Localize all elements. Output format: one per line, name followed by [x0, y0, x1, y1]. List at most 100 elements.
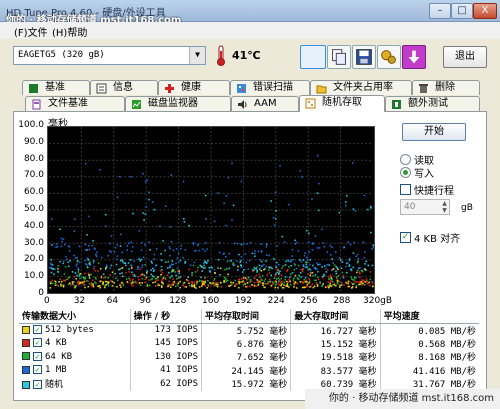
scatter-point — [359, 267, 361, 269]
scatter-point — [116, 285, 118, 288]
scatter-point — [311, 249, 314, 251]
tab-health[interactable]: 健康 — [158, 80, 230, 95]
scatter-point — [114, 246, 117, 249]
scatter-point — [76, 256, 79, 259]
scatter-point — [167, 267, 169, 269]
scatter-point — [169, 264, 171, 267]
scatter-point — [161, 272, 164, 274]
scatter-point — [214, 282, 216, 284]
scatter-point — [172, 278, 174, 280]
scatter-point — [120, 286, 122, 288]
minimize-button[interactable]: – — [429, 3, 451, 19]
scatter-point — [226, 260, 229, 263]
tab-aam[interactable]: AAM — [231, 96, 299, 111]
copy-icon[interactable] — [327, 45, 351, 69]
scatter-point — [353, 279, 355, 282]
size-cell: 4 KB — [45, 338, 67, 349]
scatter-point — [179, 280, 181, 283]
scatter-point — [281, 267, 283, 269]
scatter-point — [137, 276, 140, 278]
maximize-button[interactable]: □ — [451, 3, 473, 19]
scatter-point — [144, 244, 146, 246]
scatter-point — [292, 258, 294, 261]
scatter-point — [187, 276, 189, 278]
scatter-point — [183, 286, 186, 288]
exit-button[interactable]: 退出 — [443, 46, 487, 68]
scatter-point — [246, 243, 248, 245]
scatter-point — [129, 278, 131, 280]
scatter-point — [110, 235, 113, 237]
tab-disk-monitor[interactable]: 磁盘监视器 — [125, 96, 231, 111]
scatter-point — [299, 259, 301, 261]
avg-cell: 5.752 毫秒 — [200, 323, 291, 337]
options-gear-icon[interactable] — [377, 45, 401, 69]
scatter-point — [256, 271, 258, 273]
scatter-point — [174, 271, 177, 273]
scatter-point — [206, 248, 208, 251]
scatter-point — [345, 281, 347, 284]
scatter-point — [218, 251, 221, 254]
scatter-point — [342, 246, 345, 249]
tab-info[interactable]: 信息 — [90, 80, 158, 95]
drive-select[interactable]: EAGETG5 (320 gB) ▼ — [13, 46, 206, 65]
scatter-point — [370, 231, 372, 234]
scatter-point — [352, 162, 354, 164]
ops-cell: 130 IOPS — [129, 350, 202, 364]
series-checkbox[interactable]: ✓ — [33, 365, 42, 375]
scatter-point — [144, 180, 147, 183]
tab-error-scan[interactable]: 错误扫描 — [230, 80, 310, 95]
scatter-point — [297, 264, 300, 267]
short-stroke-checkbox[interactable] — [400, 184, 411, 195]
tab-label: 随机存取 — [322, 97, 362, 108]
read-radio[interactable] — [400, 154, 411, 165]
scatter-point — [186, 279, 188, 281]
scatter-point — [115, 277, 117, 280]
series-checkbox[interactable]: ✓ — [33, 351, 42, 361]
scatter-point — [87, 285, 90, 288]
tab-file-benchmark[interactable]: 文件基准 — [25, 96, 125, 111]
scatter-point — [357, 269, 359, 272]
scatter-point — [49, 266, 52, 269]
scatter-point — [343, 284, 345, 286]
scatter-point — [172, 270, 174, 272]
menu-file[interactable]: (F)文件 — [14, 24, 48, 39]
scatter-point — [243, 268, 245, 271]
download-arrow-icon[interactable] — [402, 45, 426, 69]
series-checkbox[interactable]: ✓ — [33, 380, 42, 390]
scatter-point — [82, 283, 85, 286]
series-checkbox[interactable]: ✓ — [33, 338, 42, 348]
scatter-point — [113, 251, 116, 253]
start-button[interactable]: 开始 — [402, 123, 466, 141]
series-checkbox[interactable]: ✓ — [33, 325, 42, 334]
tab-folder-usage[interactable]: 文件夹占用率 — [310, 80, 412, 95]
scatter-point — [229, 284, 232, 287]
scatter-point — [144, 278, 146, 280]
scatter-point — [254, 268, 256, 270]
scatter-point — [90, 273, 92, 276]
scatter-point — [328, 278, 331, 280]
scatter-point — [133, 274, 136, 276]
scatter-point — [51, 279, 54, 282]
save-icon[interactable] — [352, 45, 376, 69]
scatter-point — [341, 271, 344, 274]
chevron-down-icon[interactable]: ▼ — [189, 47, 205, 64]
write-radio[interactable] — [400, 167, 411, 178]
scatter-point — [178, 272, 181, 274]
tab-benchmark[interactable]: 基准 — [22, 80, 90, 95]
scatter-point — [312, 264, 314, 267]
close-button[interactable]: X — [473, 3, 497, 19]
scatter-point — [117, 279, 119, 282]
copy-text-button[interactable] — [300, 45, 326, 69]
tab-random-access[interactable]: 随机存取 — [299, 95, 385, 112]
align-4kb-checkbox[interactable]: ✓ — [400, 232, 411, 243]
scatter-point — [283, 281, 285, 284]
scatter-point — [78, 282, 81, 285]
tab-erase[interactable]: 删除 — [412, 80, 480, 95]
tab-extra-tests[interactable]: 额外测试 — [385, 96, 480, 111]
short-stroke-label: 快捷行程 — [414, 186, 454, 197]
spin-arrows-icon[interactable]: ▲ ▼ — [440, 200, 449, 214]
scatter-point — [286, 270, 288, 273]
scatter-point — [54, 268, 56, 271]
scatter-point — [289, 280, 292, 283]
menu-help[interactable]: (H)帮助 — [52, 24, 87, 39]
